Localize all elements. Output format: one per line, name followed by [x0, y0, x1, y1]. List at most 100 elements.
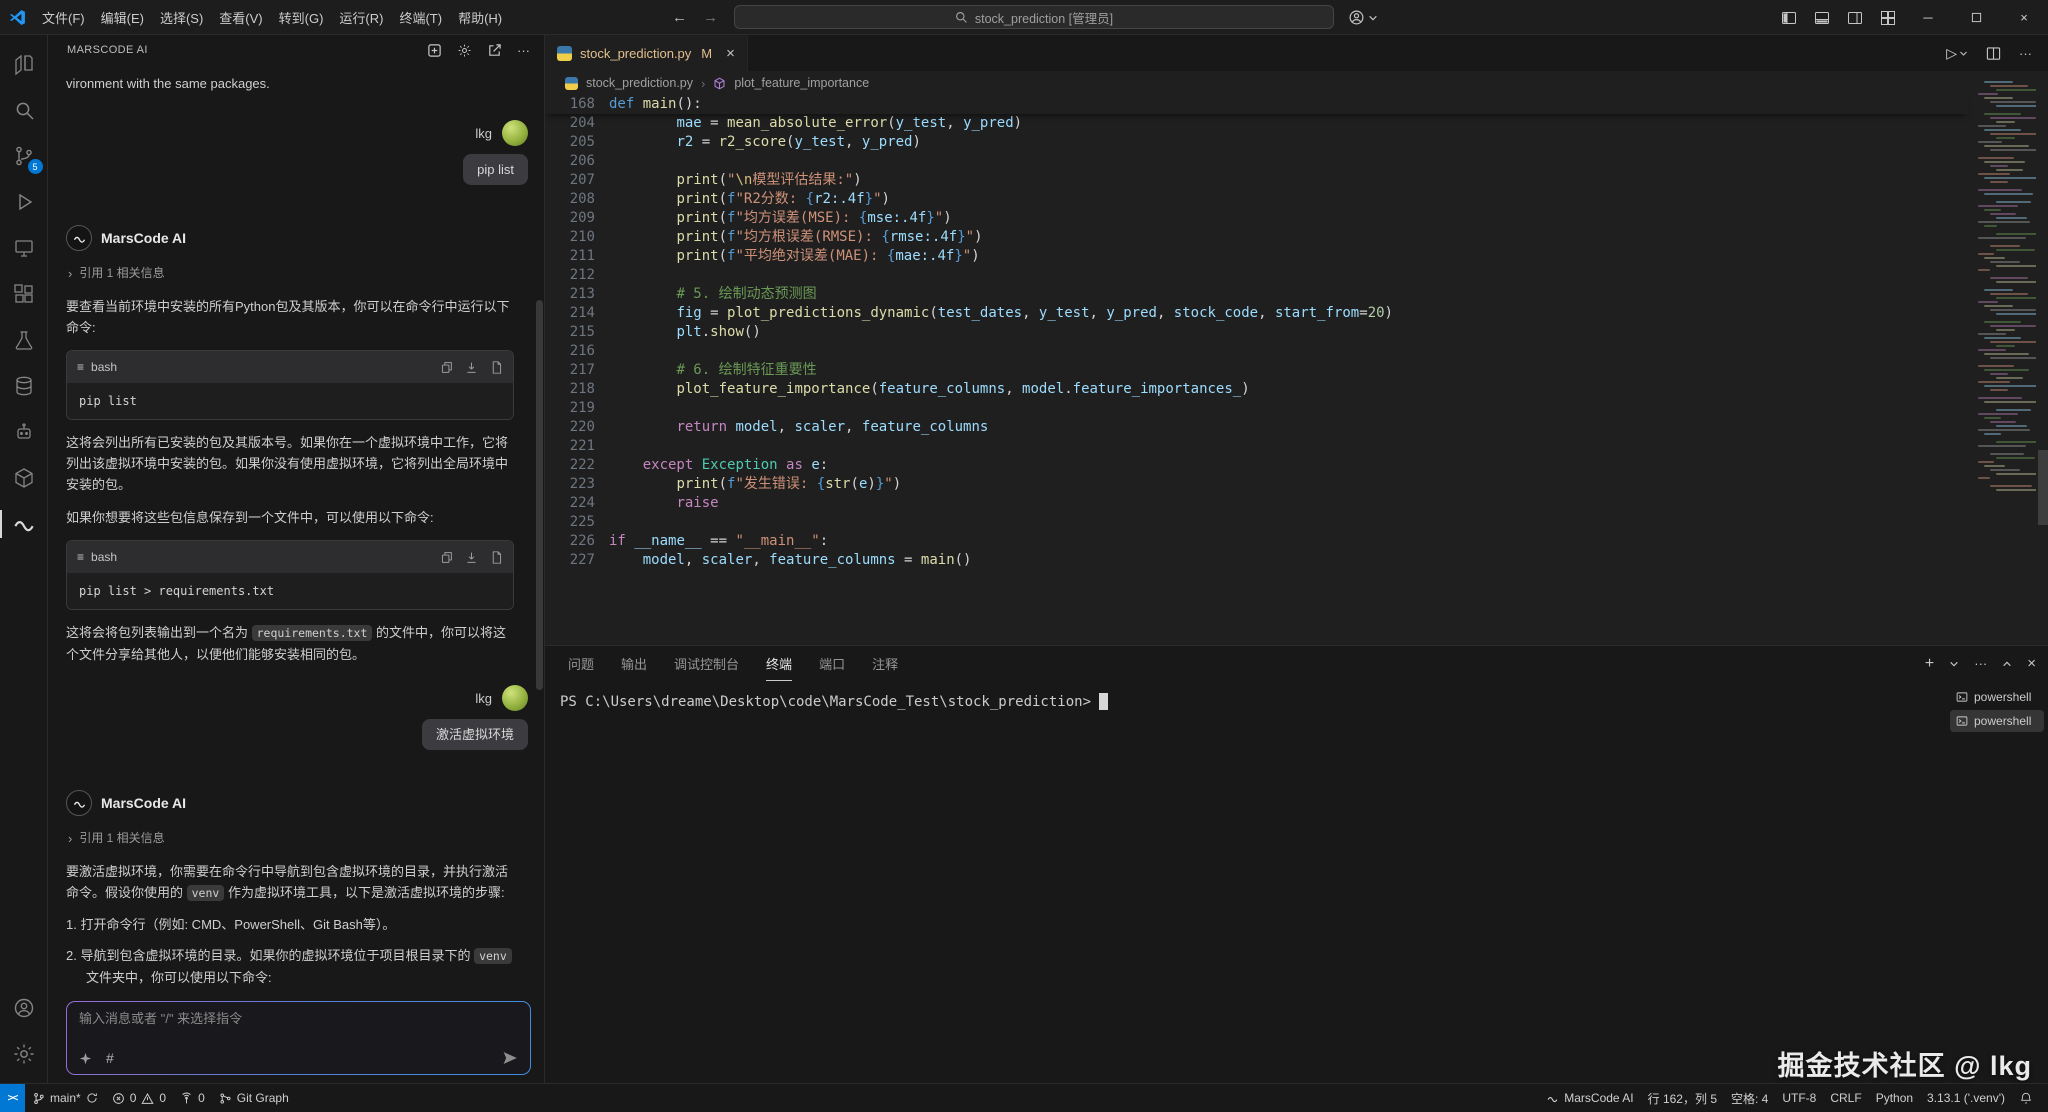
- sticky-scroll-line[interactable]: 168 def main():: [545, 95, 1968, 114]
- minimize-button[interactable]: ─: [1904, 0, 1952, 35]
- menu-run[interactable]: 运行(R): [331, 5, 391, 30]
- remote-explorer-icon[interactable]: [0, 225, 48, 271]
- minimap[interactable]: [1976, 77, 2036, 507]
- new-file-icon[interactable]: [490, 551, 503, 564]
- code-block-text[interactable]: pip list > requirements.txt: [67, 573, 513, 609]
- terminal-viewport[interactable]: PS C:\Users\dreame\Desktop\code\MarsCode…: [545, 681, 1948, 1083]
- split-editor-icon[interactable]: [1986, 46, 2001, 61]
- customize-layout-icon[interactable]: [1871, 0, 1904, 35]
- editor-more-icon[interactable]: ···: [2019, 46, 2032, 61]
- indentation-item[interactable]: 空格: 4: [1724, 1084, 1775, 1112]
- panel-tab-terminal[interactable]: 终端: [766, 646, 792, 681]
- breadcrumb: stock_prediction.py › plot_feature_impor…: [545, 71, 2048, 95]
- breadcrumb-symbol[interactable]: plot_feature_importance: [734, 76, 869, 90]
- play-icon: ▷: [1946, 45, 1957, 62]
- menu-terminal[interactable]: 终端(T): [391, 5, 450, 30]
- marscode-ai-icon[interactable]: [0, 501, 48, 547]
- insert-terminal-icon[interactable]: [465, 361, 478, 374]
- eol-item[interactable]: CRLF: [1823, 1084, 1868, 1112]
- scm-badge: 5: [28, 159, 43, 174]
- git-branch-item[interactable]: main*: [25, 1084, 105, 1112]
- terminal-list-item[interactable]: powershell: [1950, 710, 2044, 732]
- new-terminal-icon[interactable]: +: [1925, 655, 1934, 673]
- chat-input[interactable]: [79, 1011, 518, 1026]
- code-line: 227 model, scaler, feature_columns = mai…: [545, 551, 1968, 570]
- sparkle-icon[interactable]: [79, 1052, 92, 1065]
- code-block-text[interactable]: pip list: [67, 383, 513, 419]
- explorer-icon[interactable]: [0, 41, 48, 87]
- search-view-icon[interactable]: [0, 87, 48, 133]
- panel-tab-problems[interactable]: 问题: [568, 646, 594, 681]
- remote-indicator[interactable]: ><: [0, 1084, 25, 1112]
- maximize-button[interactable]: [1952, 0, 2000, 35]
- menu-view[interactable]: 查看(V): [211, 5, 270, 30]
- code-line: 225: [545, 513, 1968, 532]
- maximize-panel-icon[interactable]: [2002, 659, 2012, 669]
- python-interpreter-item[interactable]: 3.13.1 ('.venv'): [1920, 1084, 2012, 1112]
- insert-terminal-icon[interactable]: [465, 551, 478, 564]
- menu-go[interactable]: 转到(G): [271, 5, 332, 30]
- close-window-button[interactable]: ×: [2000, 0, 2048, 35]
- chat-settings-icon[interactable]: [457, 43, 472, 58]
- panel-tab-output[interactable]: 输出: [621, 646, 647, 681]
- cursor-position-item[interactable]: 行 162，列 5: [1641, 1084, 1724, 1112]
- close-tab-icon[interactable]: ×: [726, 45, 735, 62]
- more-actions-icon[interactable]: ···: [517, 43, 530, 58]
- breadcrumb-file[interactable]: stock_prediction.py: [586, 76, 693, 90]
- menu-selection[interactable]: 选择(S): [152, 5, 211, 30]
- user-message-row: pip list: [66, 154, 528, 185]
- panel-more-icon[interactable]: ···: [1974, 656, 1987, 671]
- ai-assistant-menu[interactable]: [1348, 0, 1378, 35]
- command-center-search[interactable]: stock_prediction [管理员]: [734, 5, 1334, 29]
- language-mode-item[interactable]: Python: [1869, 1084, 1920, 1112]
- tab-stock-prediction[interactable]: stock_prediction.py M ×: [545, 35, 748, 71]
- code-lines[interactable]: 204 mae = mean_absolute_error(y_test, y_…: [545, 114, 1968, 645]
- share-icon[interactable]: [487, 43, 502, 58]
- chat-scroll-area[interactable]: vironment with the same packages. lkg pi…: [48, 65, 544, 997]
- ai-name: MarsCode AI: [101, 228, 186, 249]
- run-debug-icon[interactable]: [0, 179, 48, 225]
- editor-scrollbar-thumb[interactable]: [2038, 450, 2048, 525]
- database-icon[interactable]: [0, 363, 48, 409]
- toggle-sidebar-icon[interactable]: [1772, 0, 1805, 35]
- panel-tab-debug-console[interactable]: 调试控制台: [674, 646, 739, 681]
- settings-gear-icon[interactable]: [0, 1031, 48, 1077]
- panel-tab-ports[interactable]: 端口: [819, 646, 845, 681]
- git-graph-item[interactable]: Git Graph: [212, 1084, 296, 1112]
- encoding-item[interactable]: UTF-8: [1775, 1084, 1823, 1112]
- accounts-icon[interactable]: [0, 985, 48, 1031]
- broadcast-count-item[interactable]: 0: [173, 1084, 212, 1112]
- close-panel-icon[interactable]: ×: [2027, 655, 2036, 672]
- new-chat-icon[interactable]: [427, 43, 442, 58]
- context-hash-button[interactable]: #: [106, 1050, 114, 1066]
- forward-icon[interactable]: →: [703, 9, 718, 26]
- warning-count: 0: [159, 1091, 166, 1105]
- sidebar-header: MARSCODE AI ···: [48, 35, 544, 65]
- source-control-icon[interactable]: 5: [0, 133, 48, 179]
- terminal-profile-dropdown-icon[interactable]: [1949, 659, 1959, 669]
- terminal-list-item[interactable]: powershell: [1950, 686, 2044, 708]
- panel-tab-comments[interactable]: 注释: [872, 646, 898, 681]
- menu-edit[interactable]: 编辑(E): [93, 5, 152, 30]
- new-file-icon[interactable]: [490, 361, 503, 374]
- notifications-bell[interactable]: [2012, 1084, 2040, 1112]
- sidebar-scrollbar[interactable]: [536, 300, 543, 690]
- package-icon[interactable]: [0, 455, 48, 501]
- ai-agent-icon[interactable]: [0, 409, 48, 455]
- reference-toggle[interactable]: › 引用 1 相关信息: [68, 263, 530, 284]
- copy-icon[interactable]: [440, 361, 453, 374]
- toggle-panel-icon[interactable]: [1805, 0, 1838, 35]
- marscode-status-item[interactable]: MarsCode AI: [1539, 1084, 1640, 1112]
- problems-item[interactable]: 0 0: [105, 1084, 173, 1112]
- menu-help[interactable]: 帮助(H): [450, 5, 510, 30]
- extensions-icon[interactable]: [0, 271, 48, 317]
- copy-icon[interactable]: [440, 551, 453, 564]
- testing-icon[interactable]: [0, 317, 48, 363]
- back-icon[interactable]: ←: [672, 9, 687, 26]
- reference-toggle[interactable]: › 引用 1 相关信息: [68, 828, 530, 849]
- menu-file[interactable]: 文件(F): [34, 5, 93, 30]
- run-python-file[interactable]: ▷: [1946, 45, 1968, 62]
- toggle-secondary-sidebar-icon[interactable]: [1838, 0, 1871, 35]
- send-icon[interactable]: [502, 1050, 518, 1066]
- search-text: stock_prediction [管理员]: [975, 8, 1113, 27]
